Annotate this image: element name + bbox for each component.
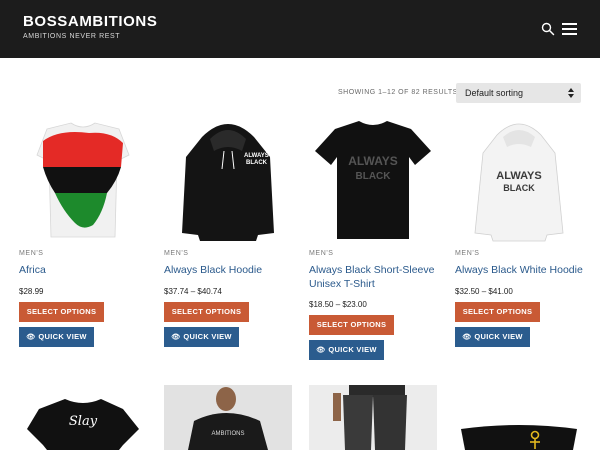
product-title[interactable]: Always Black Hoodie (164, 263, 294, 277)
site-title[interactable]: BOSSAMBITIONS (23, 13, 157, 30)
eye-icon: 👁 (462, 334, 472, 341)
product-category[interactable]: MEN'S (19, 250, 44, 257)
result-count: SHOWING 1–12 OF 82 RESULTS (338, 89, 458, 96)
product-price: $28.99 (19, 287, 44, 296)
eye-icon: 👁 (171, 334, 181, 341)
select-options-button[interactable]: SELECT OPTIONS (309, 315, 394, 335)
quick-view-button[interactable]: 👁 QUICK VIEW (19, 327, 94, 347)
site-tagline: AMBITIONS NEVER REST (23, 33, 121, 40)
product-title[interactable]: Africa (19, 263, 149, 277)
product-price: $32.50 – $41.00 (455, 287, 513, 296)
sort-arrows-icon (568, 88, 574, 98)
product-image[interactable]: Slay (19, 385, 147, 450)
quick-view-button[interactable]: 👁 QUICK VIEW (164, 327, 239, 347)
product-image[interactable] (455, 385, 583, 450)
search-icon[interactable] (541, 22, 555, 36)
site-header: BOSSAMBITIONS AMBITIONS NEVER REST (0, 0, 600, 58)
product-category[interactable]: MEN'S (309, 250, 334, 257)
quick-view-label: QUICK VIEW (474, 332, 523, 341)
svg-text:ALWAYS: ALWAYS (496, 170, 541, 182)
svg-text:BLACK: BLACK (503, 183, 535, 193)
svg-text:AMBITIONS: AMBITIONS (211, 431, 244, 437)
quick-view-label: QUICK VIEW (183, 332, 232, 341)
select-options-button[interactable]: SELECT OPTIONS (455, 302, 540, 322)
product-image[interactable]: ALWAYS BLACK (309, 117, 437, 244)
eye-icon: 👁 (26, 334, 36, 341)
svg-text:BLACK: BLACK (246, 160, 268, 166)
eye-icon: 👁 (316, 347, 326, 354)
quick-view-label: QUICK VIEW (328, 345, 377, 354)
quick-view-button[interactable]: 👁 QUICK VIEW (309, 340, 384, 360)
product-image[interactable]: ALWAYS BLACK (455, 117, 583, 244)
product-price: $18.50 – $23.00 (309, 300, 367, 309)
svg-text:ALWAYS: ALWAYS (348, 154, 398, 168)
product-price: $37.74 – $40.74 (164, 287, 222, 296)
svg-text:ALWAYS: ALWAYS (244, 153, 269, 159)
svg-text:BLACK: BLACK (356, 171, 392, 182)
sort-select-value: Default sorting (465, 88, 524, 98)
product-title[interactable]: Always Black White Hoodie (455, 263, 585, 277)
quick-view-button[interactable]: 👁 QUICK VIEW (455, 327, 530, 347)
product-image[interactable]: ALWAYS BLACK (164, 117, 292, 244)
product-image[interactable]: AMBITIONS (164, 385, 292, 450)
quick-view-label: QUICK VIEW (38, 332, 87, 341)
product-category[interactable]: MEN'S (455, 250, 480, 257)
product-image[interactable] (19, 117, 147, 244)
select-options-button[interactable]: SELECT OPTIONS (19, 302, 104, 322)
svg-text:Slay: Slay (69, 414, 98, 429)
hamburger-menu-icon[interactable] (562, 23, 577, 35)
sort-select[interactable]: Default sorting (456, 83, 581, 103)
select-options-button[interactable]: SELECT OPTIONS (164, 302, 249, 322)
product-title[interactable]: Always Black Short-Sleeve Unisex T-Shirt (309, 263, 439, 291)
product-image[interactable] (309, 385, 437, 450)
product-category[interactable]: MEN'S (164, 250, 189, 257)
